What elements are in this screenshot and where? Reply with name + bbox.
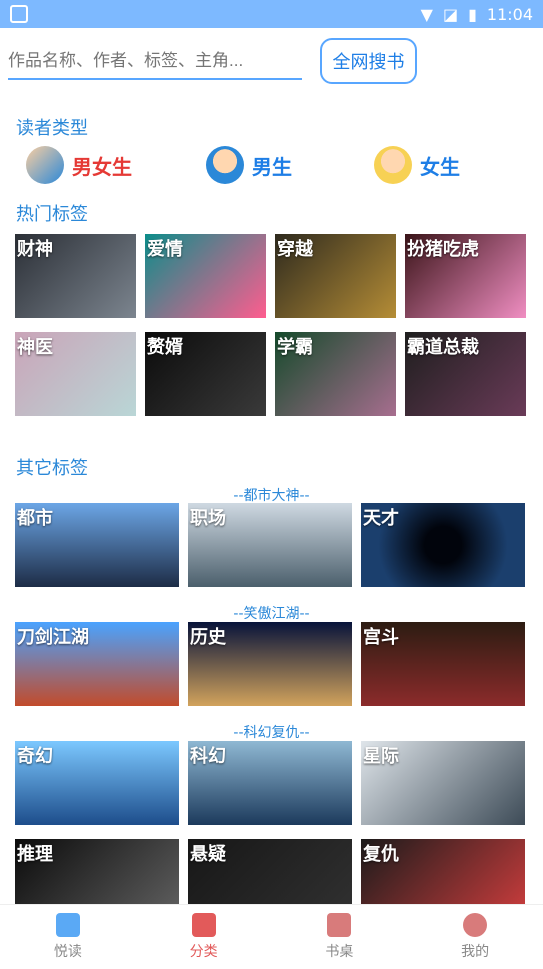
hot-tag-tile[interactable]: 穿越 xyxy=(275,234,396,318)
reader-type-both[interactable]: 男女生 xyxy=(26,146,132,184)
other-tags-row: 都市 职场 天才 xyxy=(15,503,527,587)
group-label: --都市大神-- xyxy=(233,488,310,504)
other-tag-tile[interactable]: 天才 xyxy=(361,503,525,587)
boy-icon xyxy=(206,146,244,184)
reader-types-row: 男女生 男生 女生 xyxy=(16,146,527,188)
girl-icon xyxy=(374,146,412,184)
bookshelf-icon xyxy=(327,913,352,937)
search-input[interactable] xyxy=(8,44,302,80)
user-icon xyxy=(463,913,488,937)
search-all-button[interactable]: 全网搜书 xyxy=(320,38,417,84)
group-label: --科幻复仇-- xyxy=(233,725,310,741)
hot-tags-title: 热门标签 xyxy=(16,204,88,225)
books-icon xyxy=(55,913,80,937)
reader-type-male[interactable]: 男生 xyxy=(206,146,292,184)
other-tag-tile[interactable]: 推理 xyxy=(15,839,179,904)
battery-icon: ▮ xyxy=(468,4,477,24)
other-tag-tile[interactable]: 都市 xyxy=(15,503,179,587)
other-tag-tile[interactable]: 星际 xyxy=(361,741,525,825)
other-tag-tile[interactable]: 复仇 xyxy=(361,839,525,904)
signal-icon: ◪ xyxy=(442,4,459,24)
hot-tag-tile[interactable]: 神医 xyxy=(15,332,136,416)
nav-read[interactable]: 悦读 xyxy=(0,905,136,969)
clipboard-icon xyxy=(10,5,28,23)
hot-tag-tile[interactable]: 扮猪吃虎 xyxy=(405,234,526,318)
other-tag-tile[interactable]: 科幻 xyxy=(188,741,352,825)
group-label: --笑傲江湖-- xyxy=(233,606,310,622)
nav-profile[interactable]: 我的 xyxy=(407,905,543,969)
other-tag-tile[interactable]: 历史 xyxy=(188,622,352,706)
hot-tag-tile[interactable]: 霸道总裁 xyxy=(405,332,526,416)
hot-tag-tile[interactable]: 爱情 xyxy=(145,234,266,318)
reader-types-title: 读者类型 xyxy=(16,118,88,139)
hot-tag-tile[interactable]: 财神 xyxy=(15,234,136,318)
status-bar: ▼ ◪ ▮ 11:04 xyxy=(0,0,543,28)
nav-bookshelf[interactable]: 书桌 xyxy=(272,905,408,969)
bottom-nav: 悦读 分类 书桌 我的 xyxy=(0,904,543,969)
other-tags-title: 其它标签 xyxy=(16,458,88,479)
layers-icon xyxy=(191,913,216,937)
other-tag-tile[interactable]: 宫斗 xyxy=(361,622,525,706)
other-tags-row: 奇幻 科幻 星际 xyxy=(15,741,527,825)
wifi-icon: ▼ xyxy=(420,4,433,24)
nav-category[interactable]: 分类 xyxy=(136,905,272,969)
other-tags-row: 推理 悬疑 复仇 xyxy=(15,839,527,904)
other-tag-tile[interactable]: 悬疑 xyxy=(188,839,352,904)
hot-tags-grid: 财神 爱情 穿越 扮猪吃虎 神医 赘婿 学霸 霸道总裁 xyxy=(15,234,527,416)
other-tag-tile[interactable]: 刀剑江湖 xyxy=(15,622,179,706)
couple-icon xyxy=(26,146,64,184)
hot-tag-tile[interactable]: 学霸 xyxy=(275,332,396,416)
other-tag-tile[interactable]: 奇幻 xyxy=(15,741,179,825)
other-tag-tile[interactable]: 职场 xyxy=(188,503,352,587)
hot-tag-tile[interactable]: 赘婿 xyxy=(145,332,266,416)
search-row: 全网搜书 xyxy=(8,36,535,86)
reader-type-female[interactable]: 女生 xyxy=(374,146,460,184)
status-time: 11:04 xyxy=(486,4,533,24)
other-tags-row: 刀剑江湖 历史 宫斗 xyxy=(15,622,527,706)
